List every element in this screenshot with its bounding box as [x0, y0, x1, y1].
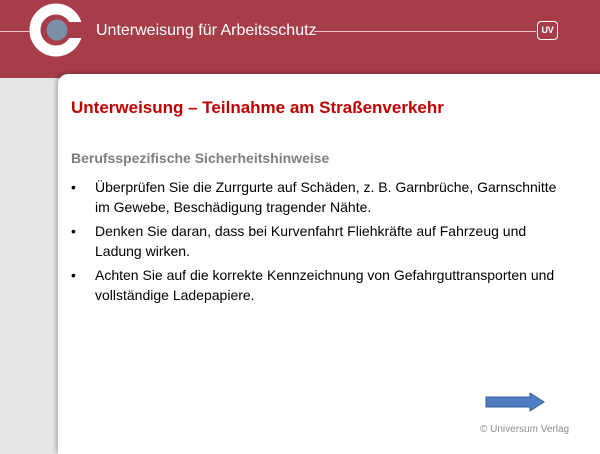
bullet-dot: • — [71, 223, 76, 239]
circle-logo-icon — [29, 3, 85, 57]
uv-logo-badge: UV — [537, 21, 558, 40]
bullet-text: Überprüfen Sie die Zurrgurte auf Schäden… — [95, 179, 557, 215]
copyright-notice: © Universum Verlag — [480, 424, 570, 435]
bullet-dot: • — [71, 267, 76, 283]
list-item: • Denken Sie daran, dass bei Kurvenfahrt… — [71, 221, 571, 261]
header-divider-left — [0, 31, 30, 32]
arrow-right-icon[interactable] — [485, 392, 545, 412]
bullet-text: Denken Sie daran, dass bei Kurvenfahrt F… — [95, 223, 527, 259]
list-item: • Überprüfen Sie die Zurrgurte auf Schäd… — [71, 177, 571, 217]
list-item: • Achten Sie auf die korrekte Kennzeichn… — [71, 265, 571, 305]
bullet-dot: • — [71, 179, 76, 195]
slide-title: Unterweisung – Teilnahme am Straßenverke… — [71, 98, 444, 117]
bullet-text: Achten Sie auf die korrekte Kennzeichnun… — [95, 267, 555, 303]
app-title: Unterweisung für Arbeitsschutz — [96, 22, 317, 39]
slide-subtitle: Berufsspezifische Sicherheitshinweise — [71, 150, 330, 166]
header-bar: Unterweisung für Arbeitsschutz UV — [0, 0, 600, 78]
slide-panel: Unterweisung – Teilnahme am Straßenverke… — [58, 74, 600, 454]
header-divider-right — [314, 31, 536, 32]
bullet-list: • Überprüfen Sie die Zurrgurte auf Schäd… — [71, 177, 571, 309]
